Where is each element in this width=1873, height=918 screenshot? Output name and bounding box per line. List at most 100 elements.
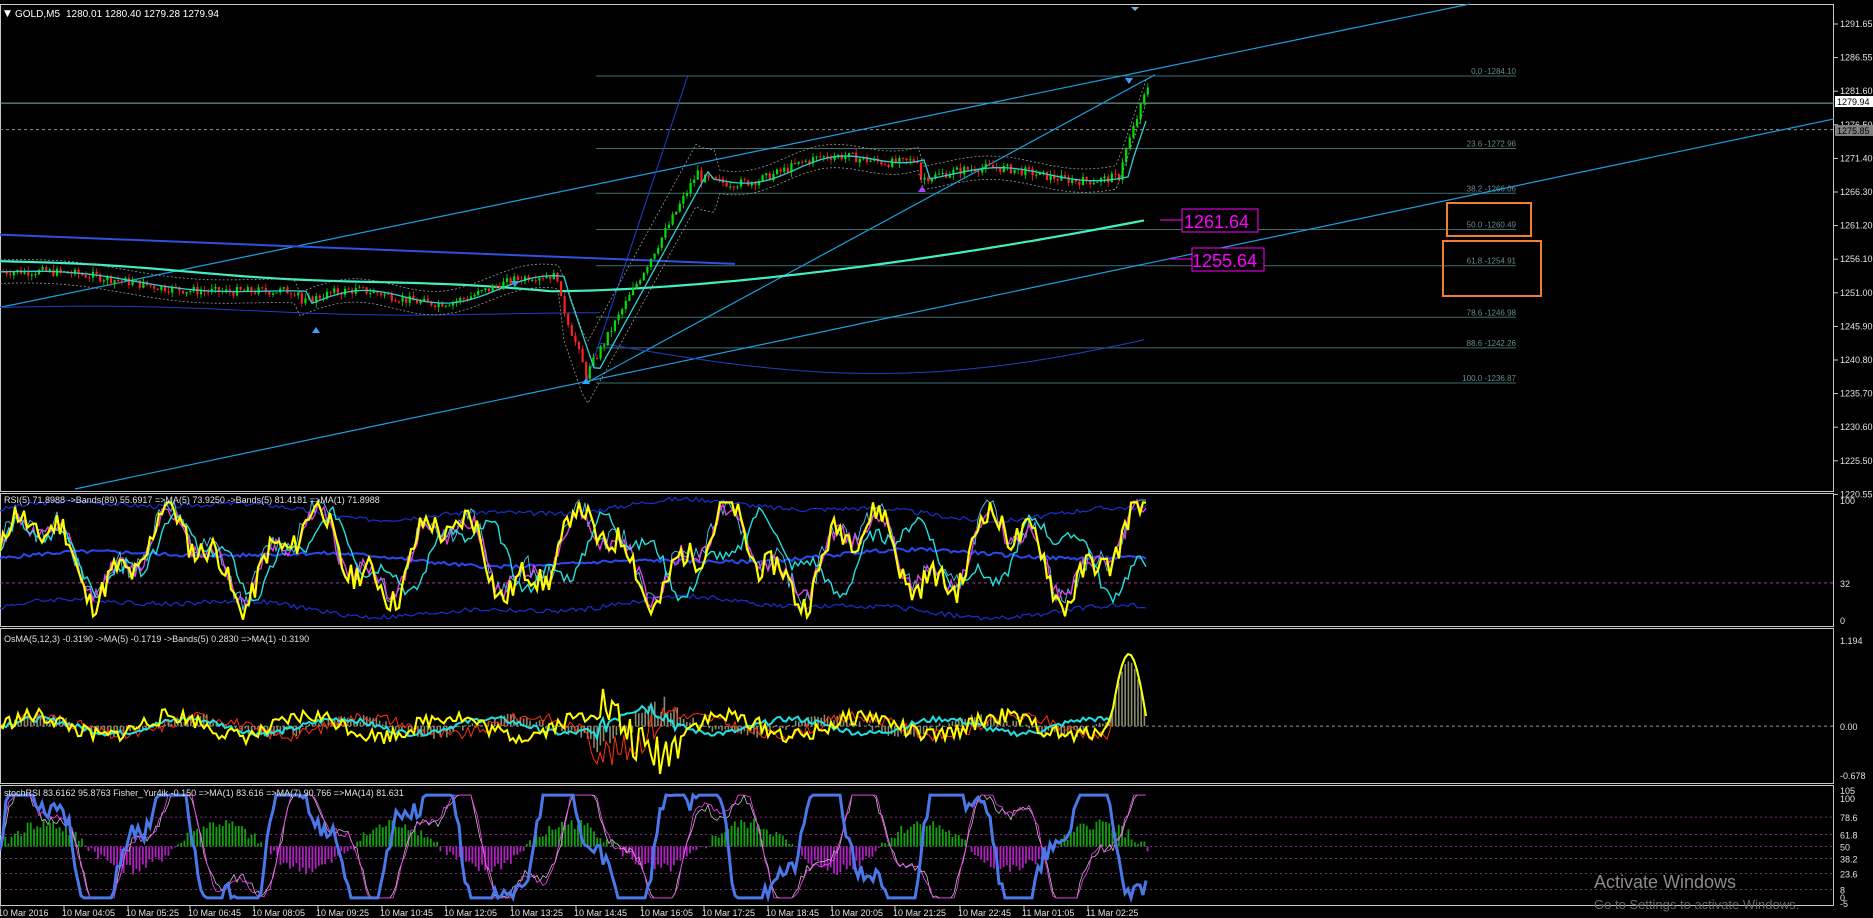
candle-body xyxy=(1139,103,1142,119)
candle-body xyxy=(642,272,645,281)
candle-body xyxy=(603,344,606,347)
candle-body xyxy=(462,298,465,299)
candle-body xyxy=(743,179,746,181)
candle-body xyxy=(793,163,797,164)
candle-body xyxy=(487,288,491,292)
price-axis-label: 1225.50 xyxy=(1840,456,1873,466)
candle-body xyxy=(905,158,908,160)
stoch-axis-label: 78.6 xyxy=(1840,813,1858,823)
candle-body xyxy=(189,290,192,292)
candle-body xyxy=(570,325,573,336)
rsi-axis-label: 32 xyxy=(1840,579,1850,589)
time-axis-label: 10 Mar 12:05 xyxy=(444,908,497,918)
candle-body xyxy=(829,158,833,160)
candle-body xyxy=(988,163,991,165)
candle-body xyxy=(541,278,545,280)
candle-body xyxy=(804,160,807,162)
candle-body xyxy=(271,293,275,295)
candle-body xyxy=(534,280,537,282)
stoch-title: stochRSI 83.6162 95.8763 Fisher_Yur4ik -… xyxy=(4,788,404,798)
candle-body xyxy=(495,285,498,287)
candle-body xyxy=(257,287,260,294)
trading-chart[interactable]: 0.0 -1284.10 23.6 -1272.96 38.2 -1266.06 50… xyxy=(0,0,1873,918)
candle-body xyxy=(858,158,861,163)
rsi-axis-label: 100 xyxy=(1840,496,1855,506)
candle-body xyxy=(646,266,649,273)
candle-body xyxy=(613,320,617,332)
candle-body xyxy=(181,290,185,294)
osma-axis-label: 1.194 xyxy=(1840,636,1863,646)
candle-body xyxy=(516,276,519,280)
price-axis-label: 1266.30 xyxy=(1840,187,1873,197)
price-axis-label: 1235.70 xyxy=(1840,389,1873,399)
time-axis-label: 11 Mar 02:25 xyxy=(1086,908,1138,918)
candle-body xyxy=(426,298,429,302)
time-axis-label: 10 Mar 08:05 xyxy=(252,908,305,918)
stoch-axis-label: 50 xyxy=(1840,843,1850,853)
candle-body xyxy=(585,362,588,379)
candle-body xyxy=(390,293,393,301)
candle-body xyxy=(941,173,944,174)
candle-body xyxy=(329,291,332,293)
candle-body xyxy=(52,269,55,276)
candle-body xyxy=(30,274,33,276)
fib-level-label: 50.0 -1260.49 xyxy=(1467,220,1517,229)
candle-body xyxy=(1056,179,1059,181)
rsi-axis-label: 0 xyxy=(1840,616,1845,626)
candle-body xyxy=(408,295,411,303)
stoch-axis-label: 100 xyxy=(1840,794,1855,804)
candle-body xyxy=(1013,169,1016,174)
time-axis-label: 10 Mar 06:45 xyxy=(188,908,241,918)
candle-body xyxy=(505,278,509,282)
candle-body xyxy=(185,291,188,294)
time-axis-label: 10 Mar 13:25 xyxy=(510,908,563,918)
candle-body xyxy=(433,305,437,308)
candle-body xyxy=(588,366,591,379)
candle-body xyxy=(160,286,163,290)
candle-body xyxy=(819,156,822,158)
candle-body xyxy=(549,276,552,280)
candle-body xyxy=(671,214,674,225)
candle-body xyxy=(81,274,84,276)
stoch-axis-label: -5 xyxy=(1840,899,1848,909)
candle-body xyxy=(631,287,635,295)
current-price-tag: 1279.94 xyxy=(1835,96,1873,107)
candle-body xyxy=(397,301,401,303)
fib-level-label: 38.2 -1266.06 xyxy=(1467,184,1517,193)
candle-body xyxy=(563,296,566,314)
price-axis-label: 1281.60 xyxy=(1840,86,1873,96)
candle-body xyxy=(59,268,62,272)
candle-body xyxy=(84,275,87,278)
candle-body xyxy=(581,349,584,363)
candle-body xyxy=(963,166,966,175)
stoch-axis-label: 23.6 xyxy=(1840,870,1858,880)
candle-body xyxy=(1089,181,1092,185)
svg-text:1275.85: 1275.85 xyxy=(1837,126,1870,136)
candle-body xyxy=(628,295,631,301)
price-axis-label: 1256.10 xyxy=(1840,254,1873,264)
candle-body xyxy=(714,176,717,179)
candle-body xyxy=(1042,171,1045,173)
candle-body xyxy=(815,156,818,158)
candle-body xyxy=(639,280,642,284)
candle-body xyxy=(1103,176,1106,179)
candle-body xyxy=(1024,167,1027,176)
time-axis-label: 10 Mar 14:45 xyxy=(574,908,627,918)
candle-body xyxy=(909,159,912,161)
candle-body xyxy=(599,346,602,359)
dropdown-arrow-icon[interactable]: ▼ xyxy=(4,9,11,19)
candle-body xyxy=(1081,177,1085,186)
candle-body xyxy=(419,301,422,304)
candle-body xyxy=(883,164,887,166)
time-axis-label: 10 Mar 22:45 xyxy=(958,908,1011,918)
candle-body xyxy=(253,292,257,294)
candle-body xyxy=(480,290,483,291)
candle-body xyxy=(1009,164,1013,174)
candle-body xyxy=(912,159,915,162)
candle-body xyxy=(394,300,397,302)
candle-body xyxy=(41,267,44,270)
time-axis-label: 10 Mar 2016 xyxy=(0,908,49,918)
osma-title: OsMA(5,12,3) -0.3190 ->MA(5) -0.1719 ->B… xyxy=(4,634,309,644)
candle-body xyxy=(1092,182,1095,185)
candle-body xyxy=(538,278,541,281)
